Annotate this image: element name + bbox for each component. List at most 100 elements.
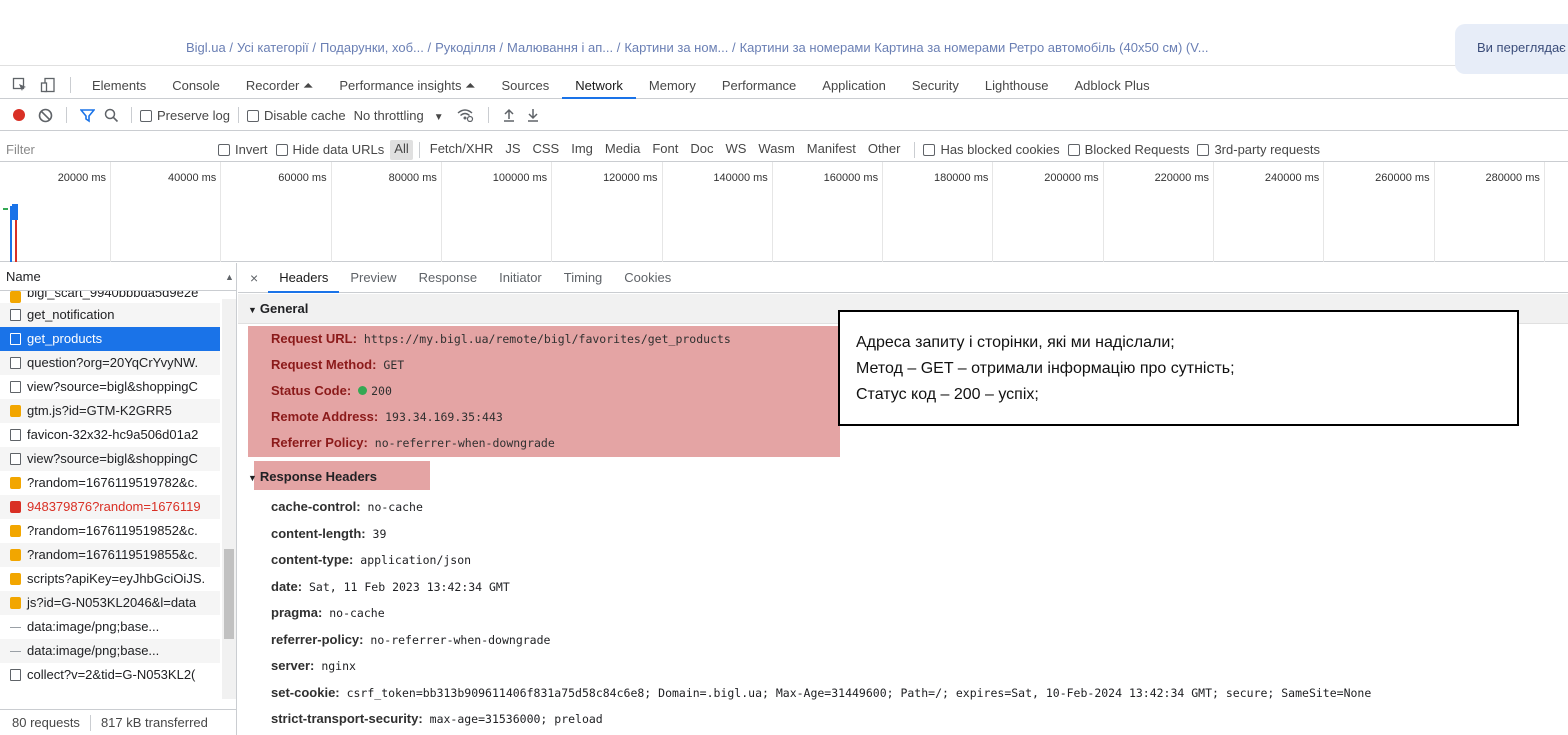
checkbox-box[interactable] (275, 144, 288, 156)
viewed-banner[interactable]: Ви переглядає (1455, 24, 1568, 74)
import-har-icon[interactable] (497, 108, 521, 122)
detail-tab-headers[interactable]: Headers (268, 263, 340, 293)
script-file-icon (10, 477, 21, 489)
request-row[interactable]: view?source=bigl&shoppingC (0, 375, 220, 399)
checkbox-box[interactable] (1197, 144, 1210, 156)
invert-checkbox[interactable]: Invert (218, 142, 268, 157)
record-icon[interactable] (6, 108, 32, 122)
request-row[interactable]: collect?v=2&tid=G-N053KL2( (0, 663, 220, 687)
tab-network[interactable]: Network (562, 72, 636, 99)
type-filter-fetch-xhr[interactable]: Fetch/XHR (426, 140, 498, 160)
document-file-icon (10, 669, 21, 681)
tab-sources[interactable]: Sources (489, 72, 563, 99)
device-toolbar-icon[interactable] (34, 77, 62, 93)
type-filter-all[interactable]: All (390, 139, 413, 160)
breadcrumb-item[interactable]: Картини за номерами Картина за номерами … (740, 40, 1209, 55)
name-column-header[interactable]: Name ▲ (0, 263, 236, 291)
has-blocked-cookies-checkbox[interactable]: Has blocked cookies (923, 142, 1060, 157)
network-overview-timeline[interactable]: 20000 ms 40000 ms 60000 ms 80000 ms 100000 m… (0, 162, 1568, 262)
third-party-checkbox[interactable]: 3rd-party requests (1197, 142, 1320, 157)
tab-recorder[interactable]: Recorder ⏶ (233, 72, 326, 99)
checkbox-box[interactable] (1067, 144, 1080, 156)
detail-tab-timing[interactable]: Timing (553, 263, 614, 293)
request-row[interactable]: bigl_scart_9940bbbda5d9e2e (0, 291, 220, 303)
type-filter-media[interactable]: Media (601, 140, 644, 160)
tab-elements[interactable]: Elements (79, 72, 159, 99)
request-row[interactable]: js?id=G-N053KL2046&l=data (0, 591, 220, 615)
tab-security[interactable]: Security (899, 72, 972, 99)
filter-icon[interactable] (75, 108, 99, 123)
tab-performance-insights[interactable]: Performance insights ⏶ (326, 72, 488, 99)
breadcrumb-item[interactable]: Bigl.ua / (186, 40, 233, 55)
request-list-scrollbar[interactable] (222, 299, 236, 699)
export-har-icon[interactable] (521, 108, 545, 122)
request-row[interactable]: view?source=bigl&shoppingC (0, 447, 220, 471)
breadcrumb-item[interactable]: Рукоділля / (435, 40, 503, 55)
request-row[interactable]: get_products (0, 327, 220, 351)
type-filter-other[interactable]: Other (864, 140, 905, 160)
throttling-select[interactable]: No throttling ▼ (354, 108, 444, 123)
request-name: bigl_scart_9940bbbda5d9e2e (27, 291, 199, 300)
tab-memory[interactable]: Memory (636, 72, 709, 99)
search-icon[interactable] (99, 108, 123, 123)
tab-application[interactable]: Application (809, 72, 899, 99)
request-row[interactable]: get_notification (0, 303, 220, 327)
status-ok-icon (358, 386, 368, 395)
type-filter-img[interactable]: Img (567, 140, 597, 160)
detail-tab-initiator[interactable]: Initiator (488, 263, 553, 293)
name-header-label: Name (6, 269, 41, 284)
response-headers-section-header[interactable]: ▼ Response Headers (248, 462, 377, 492)
type-filter-font[interactable]: Font (648, 140, 682, 160)
type-filter-doc[interactable]: Doc (686, 140, 717, 160)
close-icon[interactable]: × (238, 270, 268, 286)
general-header-row: Remote Address: 193.34.169.35:443 (271, 409, 503, 424)
requests-count: 80 requests (12, 715, 80, 730)
detail-tab-cookies[interactable]: Cookies (613, 263, 682, 293)
request-row[interactable]: ?random=1676119519855&c. (0, 543, 220, 567)
filter-input[interactable]: Filter (0, 140, 210, 160)
breadcrumb-item[interactable]: Малювання і ап... / (507, 40, 620, 55)
checkbox-box[interactable] (140, 109, 152, 122)
request-row[interactable]: gtm.js?id=GTM-K2GRR5 (0, 399, 220, 423)
breadcrumb-item[interactable]: Усі категорії / (237, 40, 316, 55)
blocked-requests-checkbox[interactable]: Blocked Requests (1067, 142, 1189, 157)
breadcrumb-item[interactable]: Подарунки, хоб... / (320, 40, 431, 55)
request-row[interactable]: favicon-32x32-hc9a506d01a2 (0, 423, 220, 447)
request-row[interactable]: 948379876?random=1676119 (0, 495, 220, 519)
type-filter-css[interactable]: CSS (529, 140, 564, 160)
request-name: get_notification (27, 307, 115, 322)
clear-icon[interactable] (32, 108, 58, 123)
request-row[interactable]: question?org=20YqCrYvyNW. (0, 351, 220, 375)
checkbox-box[interactable] (923, 144, 936, 156)
hide-data-urls-checkbox[interactable]: Hide data URLs (275, 142, 384, 157)
type-filter-wasm[interactable]: Wasm (754, 140, 798, 160)
preserve-log-checkbox[interactable]: Preserve log (140, 108, 230, 123)
request-name: ?random=1676119519852&c. (27, 523, 198, 538)
third-party-label: 3rd-party requests (1214, 142, 1320, 157)
request-name: js?id=G-N053KL2046&l=data (27, 595, 197, 610)
tab-adblock-plus[interactable]: Adblock Plus (1061, 72, 1162, 99)
timeline-gridline (1213, 162, 1214, 262)
type-filter-js[interactable]: JS (501, 140, 524, 160)
scrollbar-thumb[interactable] (224, 549, 234, 639)
tab-performance[interactable]: Performance (709, 72, 809, 99)
timeline-tick-label: 80000 ms (388, 172, 437, 184)
timeline-tick-label: 200000 ms (1044, 172, 1099, 184)
type-filter-ws[interactable]: WS (721, 140, 750, 160)
network-conditions-icon[interactable] (450, 108, 480, 122)
request-row[interactable]: scripts?apiKey=eyJhbGciOiJS. (0, 567, 220, 591)
tab-lighthouse[interactable]: Lighthouse (972, 72, 1062, 99)
checkbox-box[interactable] (246, 109, 259, 122)
inspect-element-icon[interactable] (6, 77, 34, 93)
disable-cache-checkbox[interactable]: Disable cache (246, 108, 346, 123)
request-row[interactable]: data:image/png;base... (0, 639, 220, 663)
tab-console[interactable]: Console (159, 72, 233, 99)
request-row[interactable]: data:image/png;base... (0, 615, 220, 639)
request-row[interactable]: ?random=1676119519782&c. (0, 471, 220, 495)
detail-tab-response[interactable]: Response (408, 263, 489, 293)
breadcrumb-item[interactable]: Картини за ном... / (624, 40, 735, 55)
detail-tab-preview[interactable]: Preview (339, 263, 407, 293)
type-filter-manifest[interactable]: Manifest (803, 140, 860, 160)
checkbox-box[interactable] (218, 144, 230, 156)
request-row[interactable]: ?random=1676119519852&c. (0, 519, 220, 543)
